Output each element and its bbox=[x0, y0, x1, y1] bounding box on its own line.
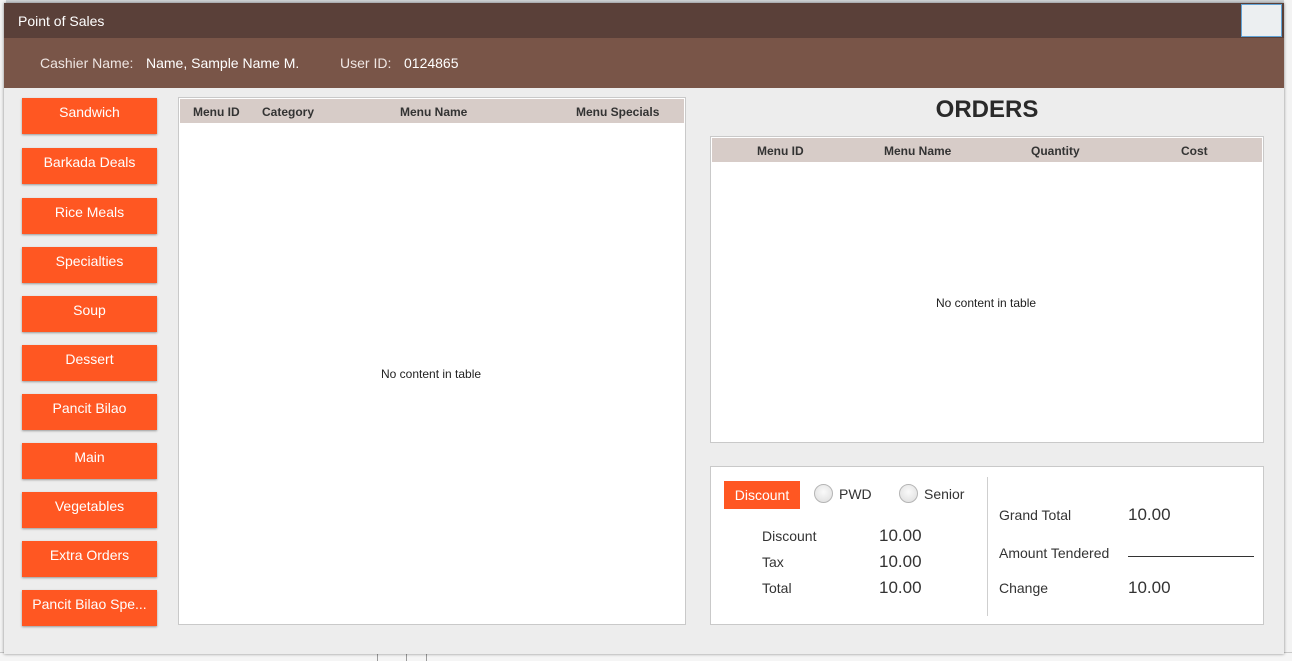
menu-table-header: Menu ID Category Menu Name Menu Specials bbox=[180, 99, 684, 123]
user-id-value: 0124865 bbox=[404, 55, 459, 71]
pwd-label[interactable]: PWD bbox=[839, 486, 872, 502]
column-header-menu-id[interactable]: Menu ID bbox=[193, 105, 240, 119]
tax-value: 10.00 bbox=[879, 552, 922, 571]
total-label: Total bbox=[762, 580, 792, 596]
column-header-cost[interactable]: Cost bbox=[1181, 144, 1208, 158]
orders-table-empty-text: No content in table bbox=[936, 296, 1037, 310]
discount-amount-label: Discount bbox=[762, 528, 817, 544]
category-button-main[interactable]: Main bbox=[22, 443, 157, 479]
cashier-name-label: Cashier Name: bbox=[40, 55, 134, 71]
payment-summary-panel: Discount PWD Senior Discount 10.00 Tax 1… bbox=[710, 466, 1264, 625]
category-button-sandwich[interactable]: Sandwich bbox=[22, 98, 157, 134]
category-button-soup[interactable]: Soup bbox=[22, 296, 157, 332]
tax-label: Tax bbox=[762, 554, 784, 570]
column-header-menu-name[interactable]: Menu Name bbox=[400, 105, 467, 119]
window-control-button[interactable] bbox=[1241, 4, 1282, 37]
column-header-order-menu-name[interactable]: Menu Name bbox=[884, 144, 951, 158]
background-right-edge bbox=[1284, 0, 1292, 661]
summary-divider bbox=[987, 477, 988, 616]
orders-table-header: Menu ID Menu Name Quantity Cost bbox=[712, 138, 1262, 162]
category-button-dessert[interactable]: Dessert bbox=[22, 345, 157, 381]
amount-tendered-underline bbox=[1128, 556, 1254, 557]
column-header-quantity[interactable]: Quantity bbox=[1031, 144, 1080, 158]
orders-title: ORDERS bbox=[935, 96, 1039, 123]
category-button-pancit-bilao-specials[interactable]: Pancit Bilao Spe... bbox=[22, 590, 157, 626]
cashier-name-value: Name, Sample Name M. bbox=[146, 55, 300, 71]
grand-total-value: 10.00 bbox=[1128, 505, 1171, 524]
pwd-radio[interactable] bbox=[814, 484, 833, 503]
window-title: Point of Sales bbox=[18, 13, 105, 29]
category-button-vegetables[interactable]: Vegetables bbox=[22, 492, 157, 528]
change-value: 10.00 bbox=[1128, 578, 1171, 597]
amount-tendered-label: Amount Tendered bbox=[999, 545, 1110, 561]
user-id-label: User ID: bbox=[340, 55, 392, 71]
cashier-info-bar: Cashier Name: Name, Sample Name M. User … bbox=[4, 38, 1284, 88]
category-button-specialties[interactable]: Specialties bbox=[22, 247, 157, 283]
title-bar[interactable]: Point of Sales bbox=[4, 3, 1284, 38]
senior-radio[interactable] bbox=[899, 484, 918, 503]
total-value: 10.00 bbox=[879, 578, 922, 597]
orders-table[interactable]: Menu ID Menu Name Quantity Cost No conte… bbox=[710, 136, 1264, 443]
change-label: Change bbox=[999, 580, 1049, 596]
column-header-order-menu-id[interactable]: Menu ID bbox=[757, 144, 804, 158]
menu-table[interactable]: Menu ID Category Menu Name Menu Specials… bbox=[178, 97, 686, 625]
discount-amount-value: 10.00 bbox=[879, 526, 922, 545]
category-button-pancit-bilao[interactable]: Pancit Bilao bbox=[22, 394, 157, 430]
senior-label[interactable]: Senior bbox=[924, 486, 964, 502]
column-header-category[interactable]: Category bbox=[262, 105, 314, 119]
pos-window: Point of Sales Cashier Name: Name, Sampl… bbox=[4, 3, 1284, 654]
column-header-menu-specials[interactable]: Menu Specials bbox=[576, 105, 659, 119]
category-button-extra-orders[interactable]: Extra Orders bbox=[22, 541, 157, 577]
category-button-rice-meals[interactable]: Rice Meals bbox=[22, 198, 157, 234]
menu-table-empty-text: No content in table bbox=[381, 367, 482, 381]
grand-total-label: Grand Total bbox=[999, 507, 1072, 523]
category-button-barkada-deals[interactable]: Barkada Deals bbox=[22, 148, 157, 184]
discount-button[interactable]: Discount bbox=[724, 481, 800, 509]
